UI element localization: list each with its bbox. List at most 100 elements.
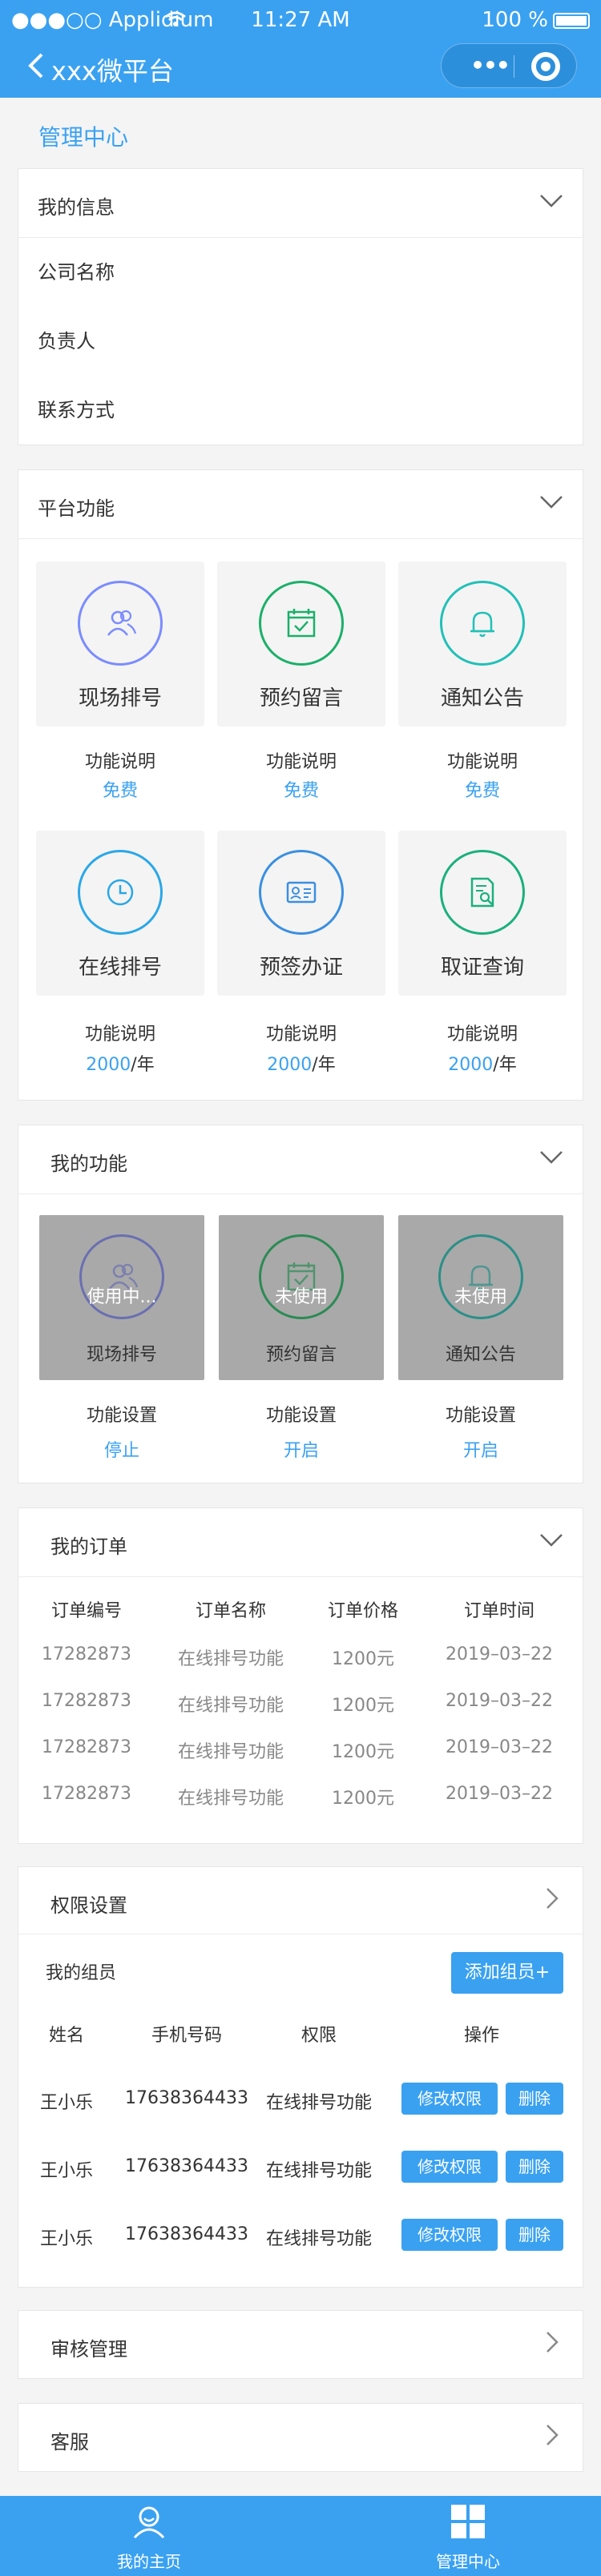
- tab-home[interactable]: 我的主页: [69, 2496, 229, 2576]
- my-functions-title: 我的功能: [50, 1153, 127, 1175]
- my-info-title: 我的信息: [38, 196, 115, 219]
- platform-tile[interactable]: 预约留言: [217, 561, 385, 727]
- order-cell: 2019–03–22: [446, 1691, 553, 1711]
- more-icon[interactable]: •••: [458, 52, 522, 78]
- function-name: 在线排号: [78, 956, 162, 980]
- edit-permission-button[interactable]: 修改权限: [401, 2083, 498, 2115]
- usage-status-overlay: 使用中...: [87, 1287, 157, 1307]
- members-column-header: 姓名: [48, 2026, 84, 2046]
- order-cell: 2019–03–22: [446, 1737, 553, 1757]
- order-cell: 2019–03–22: [446, 1784, 553, 1804]
- my-function-tile[interactable]: 未使用 预约留言: [219, 1215, 384, 1380]
- platform-title: 平台功能: [38, 497, 115, 520]
- member-name: 王小乐: [39, 2093, 93, 2113]
- function-price: 2000/年: [217, 1050, 385, 1076]
- battery: 100 %: [482, 8, 590, 32]
- order-cell: 17282873: [42, 1737, 131, 1757]
- clock-icon: [107, 879, 134, 906]
- members-column-header: 操作: [463, 2026, 499, 2046]
- orders-column-header: 订单价格: [327, 1601, 398, 1621]
- permissions-header[interactable]: 权限设置: [18, 1867, 583, 1934]
- my-function-tile[interactable]: 使用中... 现场排号: [39, 1215, 204, 1380]
- function-name: 预签办证: [259, 956, 343, 980]
- price-unit: /年: [493, 1055, 517, 1075]
- function-toggle-link[interactable]: 停止: [39, 1436, 204, 1462]
- customer-service-card[interactable]: 客服: [18, 2403, 583, 2472]
- function-description[interactable]: 功能说明: [398, 747, 567, 773]
- tab-admin[interactable]: 管理中心: [388, 2496, 548, 2576]
- review-card[interactable]: 审核管理: [18, 2310, 583, 2379]
- review-title: 审核管理: [50, 2338, 127, 2361]
- add-member-button[interactable]: 添加组员+: [451, 1952, 563, 1994]
- close-target-icon[interactable]: [531, 52, 560, 81]
- order-cell: 17282873: [42, 1784, 131, 1804]
- function-price: 免费: [217, 776, 385, 802]
- member-name: 王小乐: [39, 2161, 93, 2181]
- platform-tile[interactable]: 在线排号: [36, 831, 204, 996]
- contact-row[interactable]: 联系方式: [18, 376, 583, 445]
- orders-card: 我的订单 订单编号 订单名称 订单价格 订单时间 17282873 在线排号功能 1200元…: [18, 1507, 583, 1844]
- doc-search-icon: [470, 877, 494, 908]
- members-label: 我的组员: [46, 1963, 117, 1983]
- my-info-card: 我的信息 公司名称 负责人 联系方式: [18, 168, 583, 445]
- function-description[interactable]: 功能说明: [36, 747, 204, 773]
- price-value: 2000: [86, 1055, 131, 1075]
- company-name-row[interactable]: 公司名称: [18, 238, 583, 307]
- function-toggle-link[interactable]: 开启: [398, 1436, 563, 1462]
- chevron-right-icon: [547, 2332, 559, 2353]
- orders-column-header: 订单编号: [50, 1601, 122, 1621]
- function-description[interactable]: 功能说明: [217, 1020, 385, 1045]
- my-functions-header[interactable]: 我的功能: [18, 1125, 583, 1194]
- platform-tile[interactable]: 预签办证: [217, 831, 385, 996]
- tab-bar: 我的主页 管理中心: [0, 2496, 601, 2576]
- orders-title: 我的订单: [50, 1536, 127, 1558]
- order-cell: 在线排号功能: [177, 1742, 284, 1762]
- function-name: 预约留言: [259, 686, 343, 710]
- member-name: 王小乐: [39, 2229, 93, 2249]
- person-in-charge-row[interactable]: 负责人: [18, 307, 583, 376]
- function-icon-circle: [440, 581, 525, 666]
- function-settings-label: 功能设置: [86, 1406, 157, 1426]
- my-function-tile[interactable]: 未使用 通知公告: [398, 1215, 563, 1380]
- function-description[interactable]: 功能说明: [36, 1020, 204, 1045]
- platform-tile[interactable]: 通知公告: [398, 561, 567, 727]
- edit-permission-button[interactable]: 修改权限: [401, 2151, 498, 2183]
- function-description[interactable]: 功能说明: [217, 747, 385, 773]
- my-info-header[interactable]: 我的信息: [18, 169, 583, 238]
- platform-tile[interactable]: 取证查询: [398, 831, 567, 996]
- mini-program-capsule: •••: [441, 43, 577, 88]
- member-perm: 在线排号功能: [265, 2093, 372, 2113]
- battery-text: 100 %: [482, 8, 548, 32]
- delete-member-button[interactable]: 删除: [506, 2219, 563, 2251]
- back-icon[interactable]: [21, 50, 53, 82]
- order-cell: 1200元: [332, 1742, 394, 1762]
- id-card-icon: [286, 881, 317, 904]
- member-phone: 17638364433: [125, 2088, 248, 2108]
- chevron-right-icon: [547, 1888, 559, 1909]
- member-perm: 在线排号功能: [265, 2161, 372, 2181]
- chevron-down-icon: [540, 1151, 563, 1164]
- function-toggle-link[interactable]: 开启: [219, 1436, 384, 1462]
- orders-column-header: 订单名称: [195, 1601, 266, 1621]
- function-name: 现场排号: [86, 1345, 157, 1365]
- platform-header[interactable]: 平台功能: [18, 470, 583, 539]
- grid-icon: [451, 2505, 485, 2538]
- delete-member-button[interactable]: 删除: [506, 2151, 563, 2183]
- function-price: 免费: [398, 776, 567, 802]
- delete-member-button[interactable]: 删除: [506, 2083, 563, 2115]
- members-column-header: 权限: [300, 2026, 337, 2046]
- price-value: 免费: [464, 781, 500, 801]
- platform-tile[interactable]: 现场排号: [36, 561, 204, 727]
- status-bar: ●●●○○ Applidium 11:27 AM 100 %: [0, 0, 601, 40]
- function-description[interactable]: 功能说明: [398, 1020, 567, 1045]
- users-icon: [107, 610, 137, 636]
- edit-permission-button[interactable]: 修改权限: [401, 2219, 498, 2251]
- orders-header[interactable]: 我的订单: [18, 1508, 583, 1577]
- order-cell: 1200元: [332, 1649, 394, 1669]
- function-price: 2000/年: [398, 1050, 567, 1076]
- chevron-down-icon: [540, 1534, 563, 1547]
- function-name: 现场排号: [78, 686, 162, 710]
- price-value: 免费: [283, 781, 319, 801]
- price-value: 2000: [267, 1055, 313, 1075]
- members-column-header: 手机号码: [151, 2026, 222, 2046]
